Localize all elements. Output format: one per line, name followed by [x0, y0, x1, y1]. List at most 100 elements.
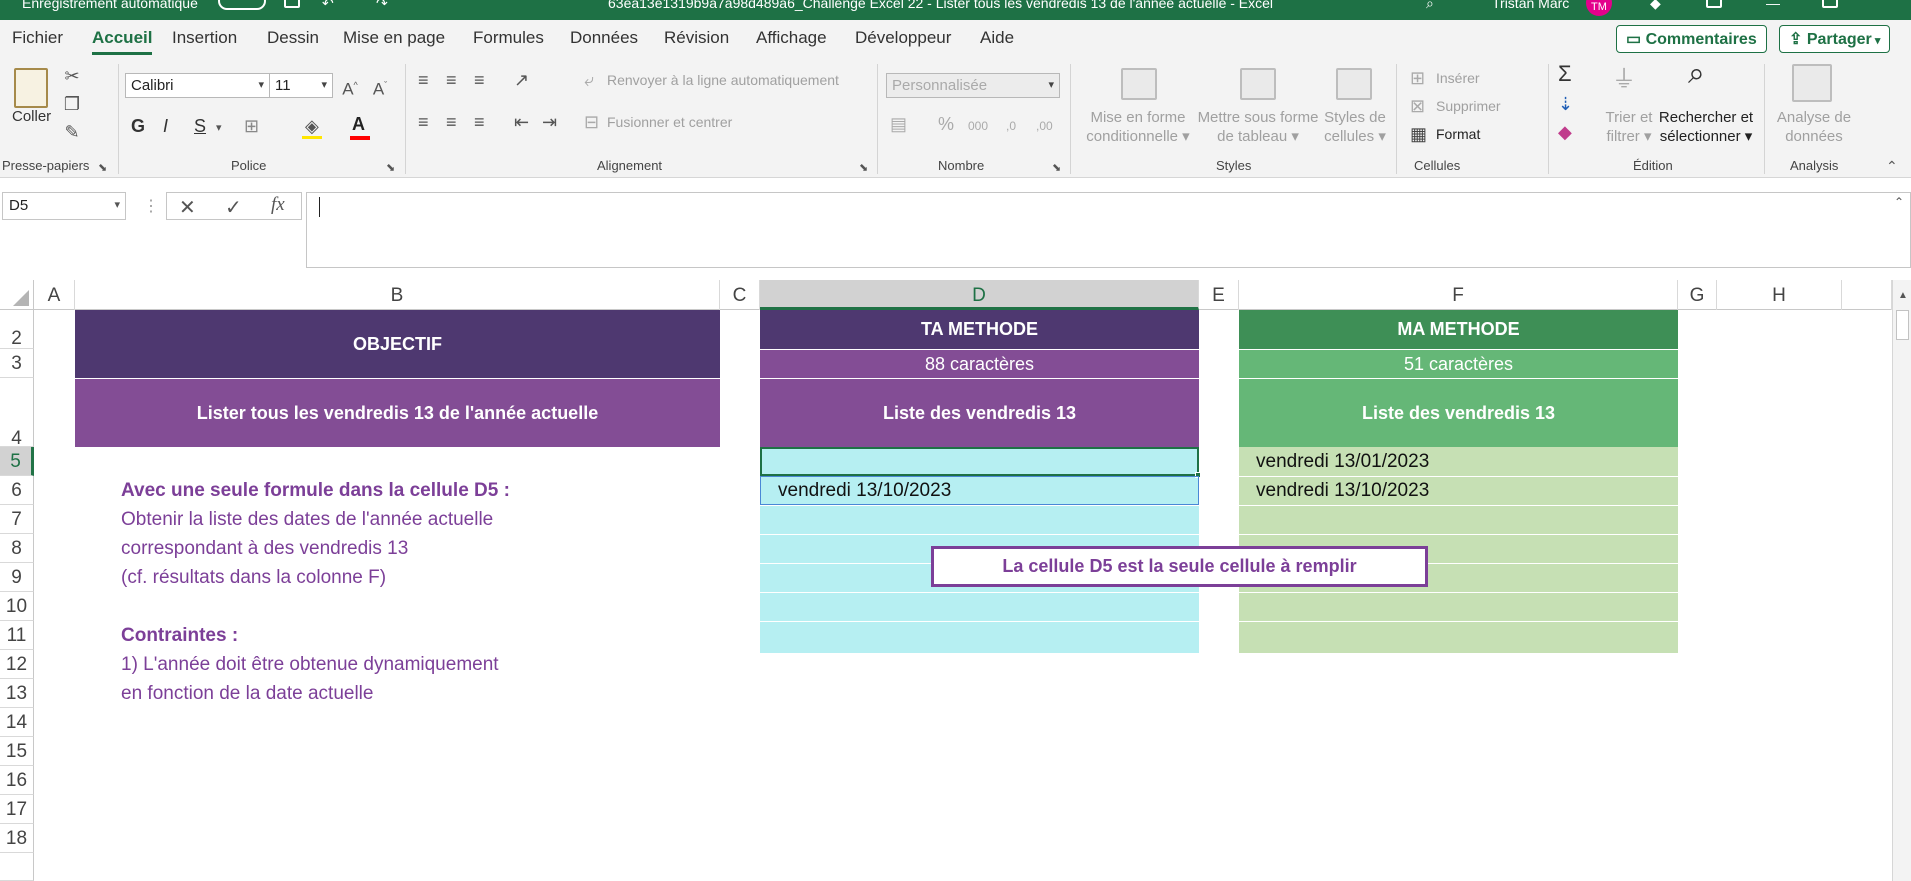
fill-icon[interactable]: ⇣ — [1558, 94, 1573, 114]
column-header-b[interactable]: B — [75, 280, 720, 310]
increase-indent-icon[interactable]: ⇥ — [542, 112, 557, 132]
copy-icon[interactable]: ❐ — [62, 94, 82, 114]
paste-button[interactable]: Coller — [12, 108, 51, 125]
collapse-ribbon-icon[interactable]: ⌃ — [1886, 156, 1898, 176]
note-textbox[interactable]: La cellule D5 est la seule cellule à rem… — [931, 546, 1428, 587]
row-header-18[interactable]: 18 — [0, 824, 34, 853]
column-header-i[interactable] — [1842, 280, 1892, 310]
cell-d5-selected[interactable] — [760, 447, 1201, 478]
ta-methode-chars-cell[interactable]: 88 caractères — [760, 350, 1199, 378]
sort-filter-button[interactable]: Trier et filtrer ▾ — [1598, 108, 1660, 146]
insert-button[interactable]: Insérer — [1436, 70, 1480, 86]
align-center-icon[interactable]: ≡ — [446, 112, 457, 132]
expand-formula-icon[interactable]: ⌃ — [1894, 195, 1904, 209]
italic-button[interactable]: I — [163, 116, 168, 136]
row-header-19[interactable] — [0, 853, 34, 881]
scrollbar-thumb[interactable] — [1896, 310, 1909, 340]
wrap-text-button[interactable]: Renvoyer à la ligne automatiquement — [607, 72, 839, 88]
cell-d6[interactable]: vendredi 13/10/2023 — [760, 476, 1199, 505]
delete-button[interactable]: Supprimer — [1436, 98, 1501, 114]
tab-revision[interactable]: Révision — [664, 28, 729, 48]
row-header-3[interactable]: 3 — [0, 349, 34, 378]
row-header-5[interactable]: 5 — [0, 447, 34, 476]
select-all-button[interactable] — [0, 280, 34, 310]
column-header-c[interactable]: C — [720, 280, 760, 310]
ma-methode-chars-cell[interactable]: 51 caractères — [1239, 350, 1678, 378]
tab-insertion[interactable]: Insertion — [172, 28, 237, 48]
ma-methode-list-title-cell[interactable]: Liste des vendredis 13 — [1239, 379, 1678, 447]
column-header-a[interactable]: A — [34, 280, 75, 310]
analyze-data-button[interactable]: Analyse de données — [1772, 108, 1856, 146]
row-header-11[interactable]: 11 — [0, 621, 34, 650]
format-button[interactable]: Format — [1436, 126, 1480, 142]
increase-font-icon[interactable]: A^ — [340, 75, 360, 100]
autosave-toggle[interactable] — [218, 0, 266, 10]
save-icon[interactable] — [284, 0, 300, 8]
decrease-indent-icon[interactable]: ⇤ — [514, 112, 529, 132]
comments-button[interactable]: ▭ Commentaires — [1616, 25, 1767, 53]
row-header-4[interactable]: 4 — [0, 378, 34, 449]
number-format-select[interactable]: Personnalisée ▾ — [886, 73, 1060, 98]
conditional-format-button[interactable]: Mise en forme conditionnelle ▾ — [1080, 108, 1196, 146]
formula-input[interactable]: ⌃ — [306, 192, 1911, 268]
format-as-table-button[interactable]: Mettre sous forme de tableau ▾ — [1196, 108, 1320, 146]
row-header-16[interactable]: 16 — [0, 766, 34, 795]
ribbon-display-icon[interactable] — [1706, 0, 1722, 8]
dialog-launcher-icon[interactable]: ⬊ — [859, 158, 868, 178]
scroll-up-icon[interactable]: ▲ — [1898, 290, 1908, 301]
font-name-select[interactable]: Calibri ▾ — [125, 73, 270, 98]
align-right-icon[interactable]: ≡ — [474, 112, 485, 132]
percent-icon[interactable]: % — [938, 114, 954, 134]
borders-icon[interactable]: ⊞ — [244, 116, 259, 136]
tab-developpeur[interactable]: Développeur — [855, 28, 951, 48]
tab-fichier[interactable]: Fichier — [12, 28, 63, 48]
bold-button[interactable]: G — [131, 116, 145, 136]
underline-button[interactable]: S — [194, 116, 206, 136]
align-top-icon[interactable]: ≡ — [418, 70, 429, 90]
share-button[interactable]: ⇪ Partager ▾ — [1779, 25, 1891, 53]
dialog-launcher-icon[interactable]: ⬊ — [1052, 158, 1061, 178]
cut-icon[interactable]: ✂ — [62, 66, 82, 86]
clear-icon[interactable]: ◆ — [1558, 122, 1572, 142]
tab-formules[interactable]: Formules — [473, 28, 544, 48]
row-header-10[interactable]: 10 — [0, 592, 34, 621]
avatar[interactable]: TM — [1586, 0, 1612, 16]
redo-icon[interactable]: ↷ — [376, 0, 388, 12]
minimize-icon[interactable]: — — [1766, 0, 1780, 11]
currency-icon[interactable]: ▤ — [890, 114, 907, 134]
row-header-9[interactable]: 9 — [0, 563, 34, 592]
thousands-icon[interactable]: 000 — [968, 116, 988, 136]
row-header-8[interactable]: 8 — [0, 534, 34, 563]
orientation-icon[interactable]: ↗ — [514, 70, 529, 90]
vertical-scrollbar[interactable]: ▲ — [1892, 280, 1911, 881]
enter-icon[interactable]: ✓ — [225, 195, 242, 220]
fill-color-icon[interactable]: ◈ — [305, 116, 319, 136]
row-header-6[interactable]: 6 — [0, 476, 34, 505]
row-header-15[interactable]: 15 — [0, 737, 34, 766]
tab-affichage[interactable]: Affichage — [756, 28, 827, 48]
cell-styles-button[interactable]: Styles de cellules ▾ — [1322, 108, 1388, 146]
column-header-h[interactable]: H — [1717, 280, 1842, 310]
row-header-14[interactable]: 14 — [0, 708, 34, 737]
tab-mise-en-page[interactable]: Mise en page — [343, 28, 445, 48]
search-icon[interactable]: ⌕ — [1426, 0, 1434, 12]
restore-icon[interactable] — [1822, 0, 1838, 8]
align-left-icon[interactable]: ≡ — [418, 112, 429, 132]
diamond-icon[interactable]: ◆ — [1650, 0, 1661, 12]
row-header-13[interactable]: 13 — [0, 679, 34, 708]
ta-methode-title-cell[interactable]: TA METHODE — [760, 310, 1199, 349]
tab-donnees[interactable]: Données — [570, 28, 638, 48]
ta-methode-list-title-cell[interactable]: Liste des vendredis 13 — [760, 379, 1199, 447]
autosum-icon[interactable]: Σ — [1558, 63, 1572, 85]
align-middle-icon[interactable]: ≡ — [446, 70, 457, 90]
row-header-2[interactable]: 2 — [0, 310, 34, 349]
column-header-f[interactable]: F — [1239, 280, 1678, 310]
ma-methode-title-cell[interactable]: MA METHODE — [1239, 310, 1678, 349]
increase-decimal-icon[interactable]: ,0 — [1006, 116, 1016, 136]
row-header-7[interactable]: 7 — [0, 505, 34, 534]
format-painter-icon[interactable]: ✎ — [62, 122, 82, 142]
font-size-select[interactable]: 11 ▾ — [269, 73, 333, 98]
name-box[interactable]: D5 ▾ — [2, 192, 126, 220]
row-header-17[interactable]: 17 — [0, 795, 34, 824]
cell-f6[interactable]: vendredi 13/10/2023 — [1239, 476, 1678, 505]
